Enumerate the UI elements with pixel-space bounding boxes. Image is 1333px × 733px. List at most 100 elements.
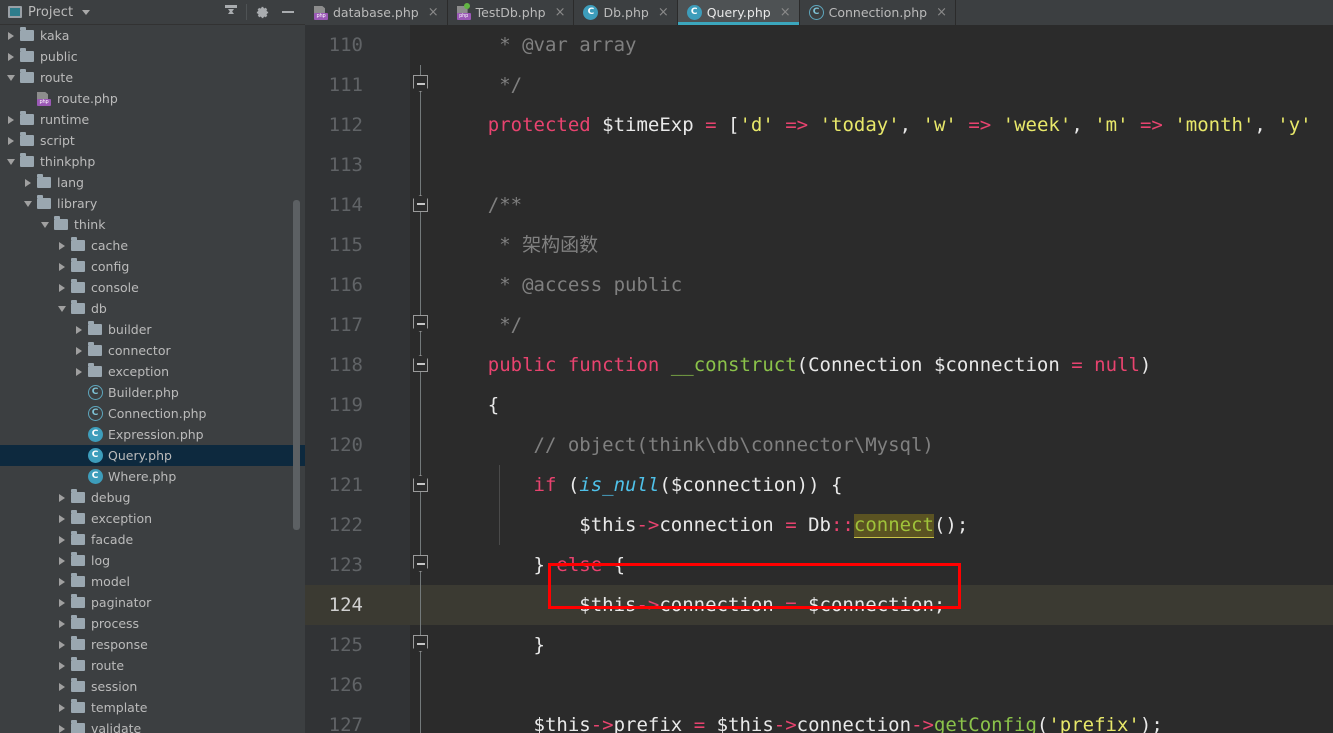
tab-close-icon[interactable]: ×: [936, 6, 947, 19]
tree-expander[interactable]: [55, 613, 68, 634]
tree-expander[interactable]: [55, 718, 68, 733]
tree-item[interactable]: runtime: [0, 109, 305, 130]
tree-item[interactable]: process: [0, 613, 305, 634]
tree-item[interactable]: exception: [0, 508, 305, 529]
gutter-row[interactable]: 125: [305, 625, 410, 665]
code-line[interactable]: {: [432, 385, 1333, 425]
project-tree[interactable]: kaka public route php route.php runtime script…: [0, 25, 305, 733]
code-line[interactable]: if (is_null($connection)) {: [432, 465, 1333, 505]
tree-expander[interactable]: [4, 130, 17, 151]
tree-item[interactable]: facade: [0, 529, 305, 550]
collapse-all-button[interactable]: [218, 0, 244, 25]
line-number-gutter[interactable]: 110 111 112 113 114 115 116 117 118 119 120 121 122 1…: [305, 25, 439, 733]
fold-collapse-icon[interactable]: [413, 475, 428, 492]
tree-item[interactable]: php route.php: [0, 88, 305, 109]
tree-item[interactable]: public: [0, 46, 305, 67]
tree-expander[interactable]: [55, 298, 68, 319]
tree-expander[interactable]: [55, 550, 68, 571]
tree-item[interactable]: builder: [0, 319, 305, 340]
gutter-row[interactable]: 127: [305, 705, 410, 733]
tree-item[interactable]: thinkphp: [0, 151, 305, 172]
tree-expander[interactable]: [55, 235, 68, 256]
fold-collapse-icon[interactable]: [413, 635, 428, 652]
tree-expander[interactable]: [4, 109, 17, 130]
code-line[interactable]: }: [432, 625, 1333, 665]
tab-close-icon[interactable]: ×: [780, 6, 791, 19]
code-line[interactable]: public function __construct(Connection $…: [432, 345, 1333, 385]
tree-expander[interactable]: [55, 634, 68, 655]
tree-expander[interactable]: [4, 25, 17, 46]
code-line[interactable]: [432, 145, 1333, 185]
tree-item[interactable]: route: [0, 655, 305, 676]
editor-tab[interactable]: C Query.php ×: [677, 0, 800, 25]
tree-item[interactable]: route: [0, 67, 305, 88]
editor-tab[interactable]: php database.php ×: [305, 0, 448, 25]
gutter-row[interactable]: 119: [305, 385, 410, 425]
tree-item[interactable]: cache: [0, 235, 305, 256]
tree-item[interactable]: C Query.php: [0, 445, 305, 466]
code-line[interactable]: * @var array: [432, 25, 1333, 65]
gutter-row[interactable]: 110: [305, 25, 410, 65]
tree-item[interactable]: log: [0, 550, 305, 571]
tree-item[interactable]: connector: [0, 340, 305, 361]
tree-item[interactable]: kaka: [0, 25, 305, 46]
gutter-row[interactable]: 111: [305, 65, 410, 105]
tree-item[interactable]: library: [0, 193, 305, 214]
tree-expander[interactable]: [55, 592, 68, 613]
gutter-row[interactable]: 124: [305, 585, 439, 625]
gutter-row[interactable]: 116: [305, 265, 410, 305]
fold-collapse-icon[interactable]: [413, 555, 428, 572]
tree-expander[interactable]: [21, 193, 34, 214]
tree-expander[interactable]: [55, 697, 68, 718]
tree-item[interactable]: exception: [0, 361, 305, 382]
tree-item[interactable]: C Expression.php: [0, 424, 305, 445]
code-folding-gutter[interactable]: [410, 25, 432, 733]
tree-expander[interactable]: [55, 655, 68, 676]
tree-item[interactable]: session: [0, 676, 305, 697]
tree-expander[interactable]: [55, 529, 68, 550]
gutter-row[interactable]: 117: [305, 305, 410, 345]
editor-tabbar[interactable]: php database.php × php TestDb.php × C Db.php × C Q…: [305, 0, 1333, 25]
chevron-down-icon[interactable]: [82, 9, 91, 15]
tree-item[interactable]: paginator: [0, 592, 305, 613]
tree-expander[interactable]: [72, 361, 85, 382]
tree-expander[interactable]: [38, 214, 51, 235]
code-line[interactable]: * @access public: [432, 265, 1333, 305]
code-line[interactable]: $this->prefix = $this->connection->getCo…: [432, 705, 1333, 733]
settings-button[interactable]: [249, 0, 275, 25]
gutter-row[interactable]: 112: [305, 105, 410, 145]
tree-item[interactable]: debug: [0, 487, 305, 508]
tree-expander[interactable]: [55, 277, 68, 298]
gutter-row[interactable]: 115: [305, 225, 410, 265]
tree-item[interactable]: think: [0, 214, 305, 235]
tree-item[interactable]: model: [0, 571, 305, 592]
gutter-row[interactable]: 122: [305, 505, 410, 545]
editor-tab[interactable]: php TestDb.php ×: [447, 0, 575, 25]
tree-expander[interactable]: [4, 151, 17, 172]
sidebar-scrollbar[interactable]: [293, 200, 300, 530]
tree-expander[interactable]: [55, 487, 68, 508]
code-line[interactable]: */: [432, 305, 1333, 345]
tree-expander[interactable]: [4, 67, 17, 88]
tab-close-icon[interactable]: ×: [658, 6, 669, 19]
tree-item[interactable]: config: [0, 256, 305, 277]
tab-close-icon[interactable]: ×: [555, 6, 566, 19]
tree-expander[interactable]: [21, 172, 34, 193]
code-line[interactable]: */: [432, 65, 1333, 105]
tab-close-icon[interactable]: ×: [428, 6, 439, 19]
tree-expander[interactable]: [4, 46, 17, 67]
code-line[interactable]: } else {: [432, 545, 1333, 585]
tree-expander[interactable]: [55, 571, 68, 592]
minimize-button[interactable]: [275, 0, 301, 25]
tree-item[interactable]: lang: [0, 172, 305, 193]
fold-collapse-icon[interactable]: [413, 75, 428, 92]
tree-expander[interactable]: [55, 508, 68, 529]
fold-collapse-icon[interactable]: [413, 315, 428, 332]
code-line[interactable]: $this->connection = Db::connect();: [432, 505, 1333, 545]
tree-item[interactable]: validate: [0, 718, 305, 733]
tree-expander[interactable]: [72, 319, 85, 340]
gutter-row[interactable]: 123: [305, 545, 410, 585]
tree-item[interactable]: console: [0, 277, 305, 298]
code-line[interactable]: protected $timeExp = ['d' => 'today', 'w…: [432, 105, 1333, 145]
fold-collapse-icon[interactable]: [413, 195, 428, 212]
